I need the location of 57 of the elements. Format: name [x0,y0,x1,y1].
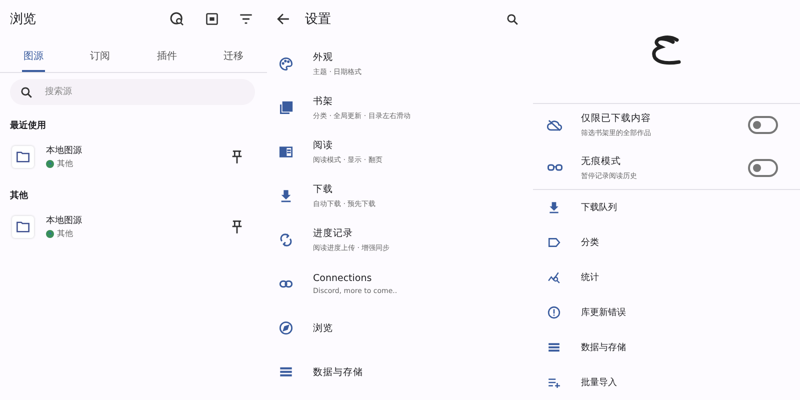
setting-title: 无痕模式 [581,154,622,168]
folder-icon [12,216,34,238]
add-list-icon [547,376,561,390]
tab[interactable]: 迁移 [222,42,245,72]
setting-title[interactable]: 数据与存储 [313,366,533,378]
back-arrow-icon[interactable] [277,13,290,25]
pin-icon[interactable] [231,150,243,164]
toggle-switch[interactable] [748,158,778,177]
menu-item[interactable]: 数据与存储 [581,341,626,354]
section-heading: 其他 [9,189,29,203]
folder-icon [12,146,34,168]
compass-icon [279,321,293,335]
tab[interactable]: 图源 [22,42,45,72]
cloud-off-icon [547,118,562,132]
filter-icon[interactable] [239,13,253,25]
menu-item[interactable]: 批量导入 [581,376,617,390]
chart-search-icon [547,271,561,284]
download-icon [547,201,561,214]
section-heading: 最近使用 [9,119,47,133]
sync-icon [279,233,293,247]
globe-icon [46,160,54,168]
setting-title[interactable]: 阅读 [313,139,533,152]
label-icon [547,236,561,250]
list-icon [547,341,561,354]
source-name[interactable]: 本地图源 [46,214,219,227]
palette-icon [279,57,293,71]
source-language: 其他 [57,158,73,169]
menu-item[interactable]: 分类 [581,236,599,250]
book-icon [279,145,293,159]
tab[interactable]: 订阅 [88,42,112,72]
globe-search-icon[interactable] [169,11,185,27]
list-icon [279,365,293,379]
menu-item[interactable]: 下载队列 [581,201,617,214]
alert-icon [547,306,561,320]
setting-title[interactable]: 书架 [313,95,533,108]
source-language: 其他 [57,228,73,239]
source-name[interactable]: 本地图源 [46,144,219,157]
setting-title[interactable]: 进度记录 [313,227,533,240]
globe-icon [46,230,54,238]
menu-item[interactable]: 库更新错误 [581,306,626,320]
setting-title[interactable]: 外观 [313,51,533,64]
setting-title[interactable]: Connections [313,273,533,284]
shelf-icon [279,101,293,115]
glasses-icon [547,163,563,172]
setting-title: 仅限已下载内容 [581,112,652,126]
download-icon [279,189,293,203]
menu-item[interactable]: 统计 [581,271,599,284]
tab[interactable]: 插件 [156,42,178,72]
search-field[interactable]: 搜索源 [10,79,255,105]
setting-title[interactable]: 浏览 [313,322,533,334]
pin-icon[interactable] [231,220,243,234]
search-icon [20,86,33,99]
screen-title: 设置 [305,11,331,28]
search-icon[interactable] [506,12,519,26]
screen-title: 浏览 [10,11,36,28]
setting-title[interactable]: 下载 [313,183,533,196]
toggle-switch[interactable] [748,116,778,134]
